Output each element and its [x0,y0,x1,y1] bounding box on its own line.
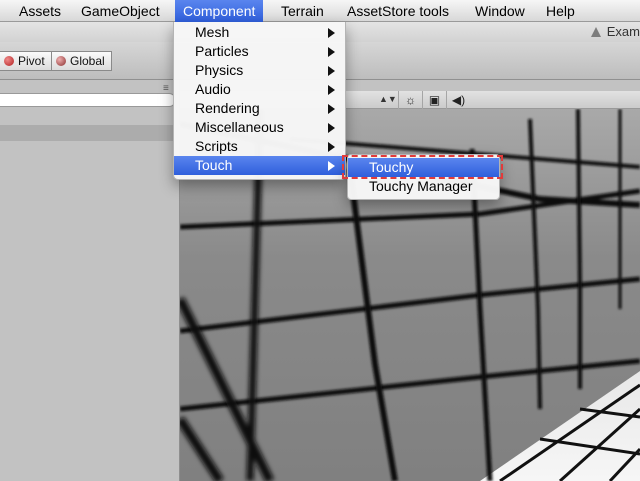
unity-icon [590,27,601,37]
pivot-button[interactable]: Pivot [0,51,52,71]
menu-bar: Assets GameObject Component Terrain Asse… [0,0,640,22]
menu-item-label: Miscellaneous [195,119,284,135]
menu-assets[interactable]: Assets [11,0,69,22]
menu-item-scripts[interactable]: Scripts [174,137,345,156]
submenu-item-touchy[interactable]: Touchy [348,158,499,177]
menu-component[interactable]: Component [175,0,264,22]
menu-item-label: Audio [195,81,231,97]
floor-plane [480,371,640,481]
globe-icon [56,56,66,66]
menu-item-label: Touch [195,157,233,173]
menu-item-label: Scripts [195,138,238,154]
touch-submenu: Touchy Touchy Manager [347,154,500,200]
image-icon[interactable]: ▣ [422,91,446,109]
global-button[interactable]: Global [51,51,112,71]
submenu-item-touchy-manager[interactable]: Touchy Manager [348,177,499,196]
submenu-arrow-icon [328,28,335,38]
menu-terrain[interactable]: Terrain [273,0,332,22]
menu-help[interactable]: Help [538,0,583,22]
speaker-icon[interactable]: ◀) [446,91,470,109]
hierarchy-panel: ≡ [0,80,180,481]
submenu-arrow-icon [328,85,335,95]
pivot-label: Pivot [18,54,45,68]
menu-window[interactable]: Window [467,0,533,22]
menu-item-audio[interactable]: Audio [174,80,345,99]
submenu-arrow-icon [328,47,335,57]
menu-assetstore-tools[interactable]: AssetStore tools [339,0,457,22]
menu-item-label: Rendering [195,100,260,116]
hierarchy-search-field[interactable] [0,93,176,107]
menu-gameobject[interactable]: GameObject [73,0,168,22]
pivot-icon [4,56,14,66]
menu-item-physics[interactable]: Physics [174,61,345,80]
window-title: Exam [606,24,640,39]
submenu-arrow-icon [328,142,335,152]
submenu-arrow-icon [328,123,335,133]
menu-item-label: Particles [195,43,249,59]
menu-item-touch[interactable]: Touch [174,156,345,175]
menu-item-particles[interactable]: Particles [174,42,345,61]
menu-item-label: Mesh [195,24,230,40]
submenu-arrow-icon [328,66,335,76]
sun-icon[interactable]: ☼ [398,91,422,109]
menu-item-rendering[interactable]: Rendering [174,99,345,118]
menu-item-mesh[interactable]: Mesh [174,23,345,42]
submenu-arrow-icon [328,104,335,114]
hierarchy-header-strip [0,125,180,141]
menu-item-miscellaneous[interactable]: Miscellaneous [174,118,345,137]
submenu-arrow-icon [328,161,335,171]
global-label: Global [70,54,105,68]
menu-item-label: Physics [195,62,244,78]
component-menu-dropdown: Mesh Particles Physics Audio Rendering M… [173,22,346,180]
dropdown-arrows-icon[interactable]: ▲▼ [379,94,397,104]
window-tab[interactable]: Exam [585,22,640,42]
